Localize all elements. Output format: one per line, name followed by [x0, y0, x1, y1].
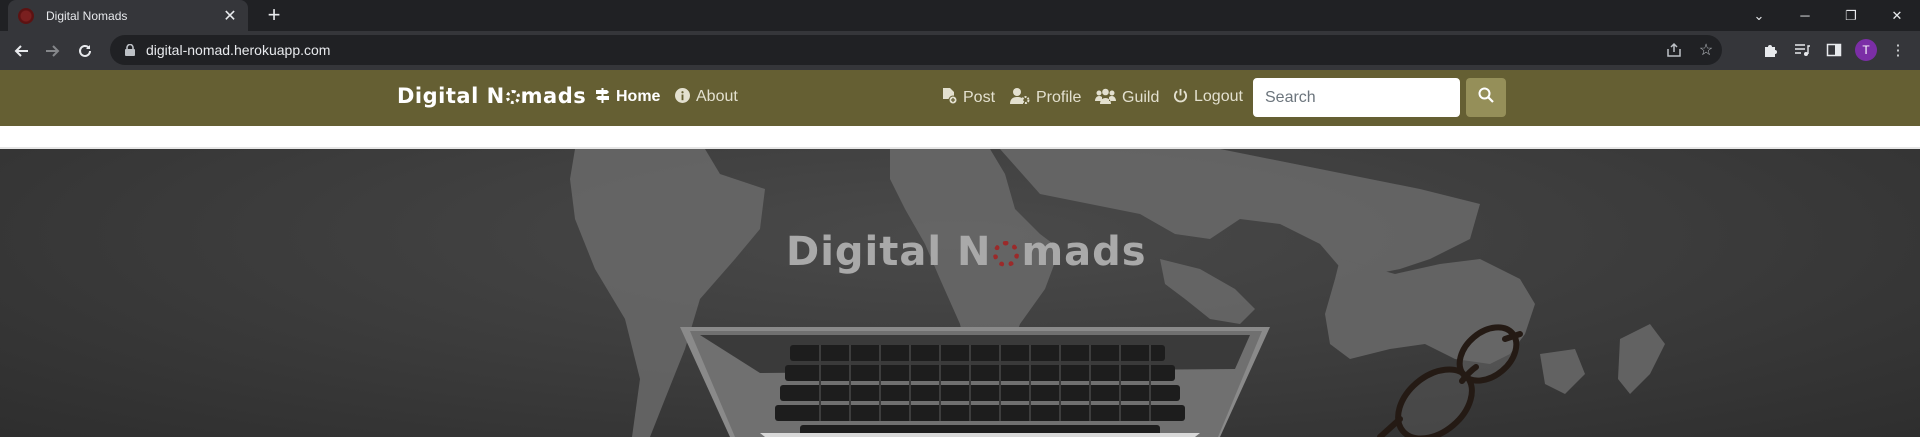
media-control-icon[interactable] [1786, 36, 1818, 64]
file-plus-icon [941, 88, 958, 107]
navbar-spacer [0, 126, 1920, 149]
browser-menu-icon[interactable]: ⋮ [1882, 36, 1914, 64]
browser-tabstrip: Digital Nomads ✕ + ⌄ ─ ❐ ✕ [0, 0, 1920, 31]
browser-extensions: T ⋮ [1754, 36, 1914, 64]
search-input[interactable] [1253, 78, 1460, 117]
info-circle-icon [675, 88, 690, 106]
new-tab-button[interactable]: + [262, 3, 286, 27]
tab-search-icon[interactable]: ⌄ [1736, 0, 1782, 31]
hero-title: Digital Nmads [786, 229, 1147, 275]
url-text[interactable]: digital-nomad.herokuapp.com [146, 42, 1658, 58]
nav-about-link[interactable]: About [675, 88, 738, 106]
hero-gear-icon [993, 241, 1020, 267]
extensions-puzzle-icon[interactable] [1754, 36, 1786, 64]
browser-tab[interactable]: Digital Nomads ✕ [8, 0, 248, 31]
search-icon [1478, 87, 1494, 108]
users-group-icon [1095, 88, 1116, 107]
bookmark-star-icon[interactable]: ☆ [1690, 35, 1722, 65]
nav-logout-link[interactable]: Logout [1173, 88, 1243, 106]
hero-banner: Digital Nmads [0, 149, 1920, 437]
back-arrow-icon[interactable] [8, 38, 34, 64]
minimize-button[interactable]: ─ [1782, 0, 1828, 31]
share-icon[interactable] [1658, 35, 1690, 65]
reload-icon[interactable] [72, 38, 98, 64]
browser-toolbar: digital-nomad.herokuapp.com ☆ T ⋮ [0, 31, 1920, 70]
close-window-button[interactable]: ✕ [1874, 0, 1920, 31]
signpost-icon [595, 88, 610, 106]
nav-home-link[interactable]: Home [595, 88, 660, 106]
user-cog-icon [1010, 88, 1030, 107]
side-panel-icon[interactable] [1818, 36, 1850, 64]
world-map-laptop-image [570, 149, 1665, 437]
tab-title: Digital Nomads [46, 8, 128, 23]
site-navbar: Digital Nmads Home About Post Profile Gu… [0, 70, 1920, 126]
nav-post-link[interactable]: Post [941, 88, 995, 107]
search-button[interactable] [1466, 78, 1506, 117]
site-brand-logo[interactable]: Digital Nmads [397, 84, 586, 108]
nav-profile-link[interactable]: Profile [1010, 88, 1081, 107]
lock-icon[interactable] [122, 42, 138, 58]
site-favicon-icon [18, 7, 34, 24]
forward-arrow-icon[interactable] [40, 38, 66, 64]
address-bar[interactable]: digital-nomad.herokuapp.com ☆ [110, 35, 1722, 65]
power-icon [1173, 88, 1188, 106]
profile-avatar[interactable]: T [1850, 36, 1882, 64]
restore-button[interactable]: ❐ [1828, 0, 1874, 31]
close-tab-icon[interactable]: ✕ [222, 6, 238, 26]
gear-icon [505, 90, 520, 104]
nav-guild-link[interactable]: Guild [1095, 88, 1159, 107]
window-controls: ⌄ ─ ❐ ✕ [1736, 0, 1920, 31]
